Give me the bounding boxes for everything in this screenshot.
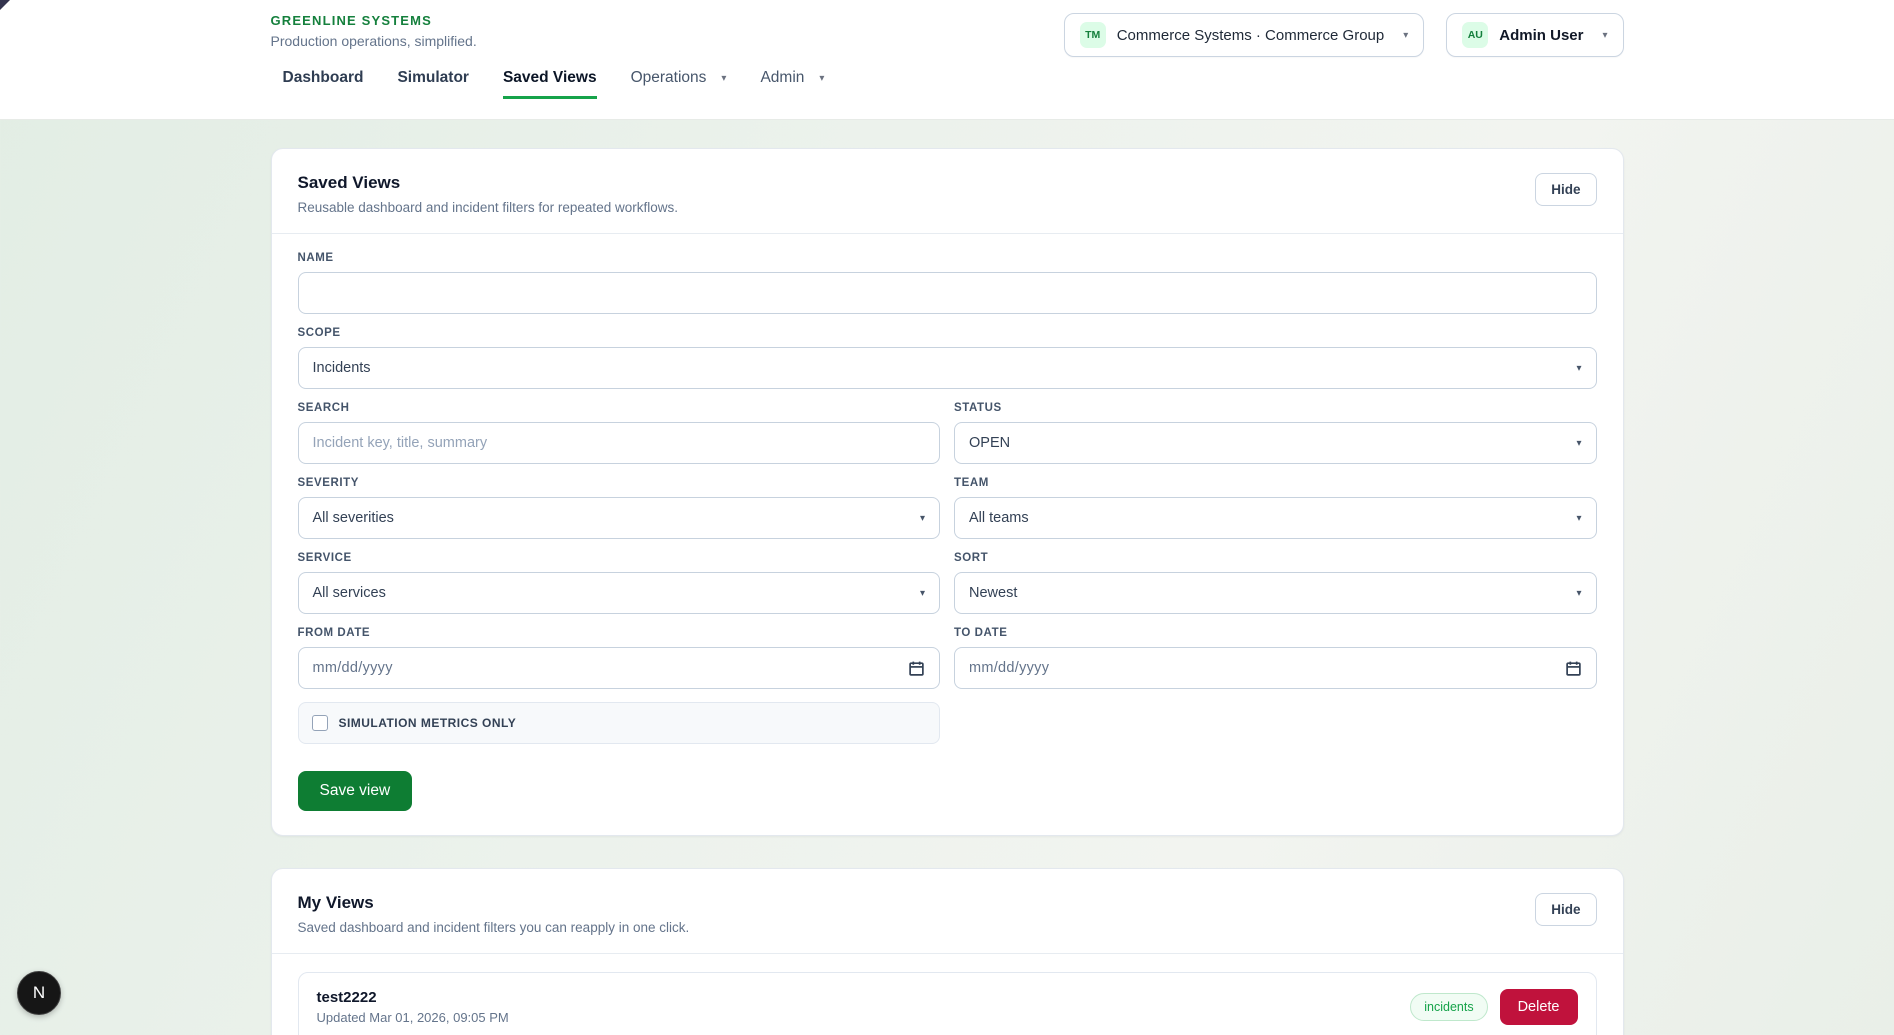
card-subtitle: Reusable dashboard and incident filters … (298, 200, 678, 215)
tab-label: Admin (760, 69, 804, 87)
sort-label: SORT (954, 552, 1597, 564)
saved-views-card: Saved Views Reusable dashboard and incid… (271, 148, 1624, 836)
dev-tools-button[interactable]: N (17, 971, 61, 1015)
service-select-value: All services (313, 585, 386, 601)
saved-view-info: test2222 Updated Mar 01, 2026, 09:05 PM (317, 989, 509, 1025)
search-label: SEARCH (298, 402, 941, 414)
chevron-down-icon: ▾ (721, 73, 726, 84)
tab-dashboard[interactable]: Dashboard (283, 69, 364, 99)
brand-tagline: Production operations, simplified. (271, 33, 477, 49)
chevron-down-icon: ▾ (1576, 588, 1581, 599)
card-subtitle: Saved dashboard and incident filters you… (298, 920, 690, 935)
severity-select-value: All severities (313, 510, 394, 526)
user-menu-label: Admin User (1499, 27, 1583, 44)
tab-label: Simulator (397, 69, 468, 87)
to-date-placeholder: mm/dd/yyyy (969, 660, 1049, 676)
user-menu-dropdown[interactable]: AU Admin User ▾ (1446, 13, 1623, 57)
scope-select[interactable]: Incidents ▾ (298, 347, 1597, 389)
org-switcher-label: Commerce Systems · Commerce Group (1117, 27, 1385, 44)
sort-select[interactable]: Newest ▾ (954, 572, 1597, 614)
brand-name: GREENLINE SYSTEMS (271, 13, 477, 28)
calendar-icon[interactable] (1565, 660, 1582, 677)
chevron-down-icon: ▾ (1576, 513, 1581, 524)
simulation-metrics-checkbox[interactable] (312, 715, 328, 731)
scope-select-value: Incidents (313, 360, 371, 376)
chevron-down-icon: ▾ (1403, 30, 1408, 41)
card-title: My Views (298, 893, 690, 913)
chevron-down-icon: ▾ (1602, 30, 1607, 41)
service-select[interactable]: All services ▾ (298, 572, 941, 614)
tab-label: Operations (631, 69, 707, 87)
status-select-value: OPEN (969, 435, 1010, 451)
team-select[interactable]: All teams ▾ (954, 497, 1597, 539)
chevron-down-icon: ▾ (920, 513, 925, 524)
search-input[interactable] (298, 422, 941, 464)
saved-views-card-heading: Saved Views Reusable dashboard and incid… (298, 173, 678, 215)
to-date-input[interactable]: mm/dd/yyyy (954, 647, 1597, 689)
app-header: GREENLINE SYSTEMS Production operations,… (0, 0, 1894, 120)
name-input[interactable] (298, 272, 1597, 314)
divider (272, 233, 1623, 234)
hide-saved-views-button[interactable]: Hide (1535, 173, 1596, 206)
sort-select-value: Newest (969, 585, 1017, 601)
team-label: TEAM (954, 477, 1597, 489)
chevron-down-icon: ▾ (920, 588, 925, 599)
chevron-down-icon: ▾ (1576, 438, 1581, 449)
org-badge: TM (1080, 22, 1106, 48)
simulation-metrics-only-toggle[interactable]: SIMULATION METRICS ONLY (298, 702, 941, 744)
brand-block: GREENLINE SYSTEMS Production operations,… (271, 13, 477, 49)
tab-simulator[interactable]: Simulator (397, 69, 468, 99)
service-label: SERVICE (298, 552, 941, 564)
user-avatar: AU (1462, 22, 1488, 48)
chevron-down-icon: ▾ (819, 73, 824, 84)
my-views-card: My Views Saved dashboard and incident fi… (271, 868, 1624, 1035)
org-switcher-dropdown[interactable]: TM Commerce Systems · Commerce Group ▾ (1064, 13, 1425, 57)
chevron-down-icon: ▾ (1576, 363, 1581, 374)
saved-view-list-item: test2222 Updated Mar 01, 2026, 09:05 PM … (298, 972, 1597, 1035)
severity-label: SEVERITY (298, 477, 941, 489)
to-date-label: TO DATE (954, 627, 1597, 639)
severity-select[interactable]: All severities ▾ (298, 497, 941, 539)
scope-badge: incidents (1410, 993, 1487, 1021)
corner-wedge-decoration (0, 0, 10, 10)
hide-my-views-button[interactable]: Hide (1535, 893, 1596, 926)
main-nav: Dashboard Simulator Saved Views Operatio… (271, 69, 1624, 99)
name-label: NAME (298, 252, 1597, 264)
delete-view-button[interactable]: Delete (1500, 989, 1578, 1025)
status-label: STATUS (954, 402, 1597, 414)
my-views-card-heading: My Views Saved dashboard and incident fi… (298, 893, 690, 935)
divider (272, 953, 1623, 954)
saved-view-name: test2222 (317, 989, 509, 1006)
calendar-icon[interactable] (908, 660, 925, 677)
tab-operations[interactable]: Operations ▾ (631, 69, 727, 99)
tab-saved-views[interactable]: Saved Views (503, 69, 597, 99)
simulation-metrics-label: SIMULATION METRICS ONLY (339, 716, 517, 730)
tab-label: Dashboard (283, 69, 364, 87)
tab-label: Saved Views (503, 69, 597, 87)
tab-admin[interactable]: Admin ▾ (760, 69, 824, 99)
from-date-placeholder: mm/dd/yyyy (313, 660, 393, 676)
dev-tools-label: N (33, 983, 45, 1003)
from-date-input[interactable]: mm/dd/yyyy (298, 647, 941, 689)
card-title: Saved Views (298, 173, 678, 193)
saved-view-updated: Updated Mar 01, 2026, 09:05 PM (317, 1010, 509, 1025)
save-view-button[interactable]: Save view (298, 771, 413, 811)
team-select-value: All teams (969, 510, 1029, 526)
scope-label: SCOPE (298, 327, 1597, 339)
status-select[interactable]: OPEN ▾ (954, 422, 1597, 464)
from-date-label: FROM DATE (298, 627, 941, 639)
